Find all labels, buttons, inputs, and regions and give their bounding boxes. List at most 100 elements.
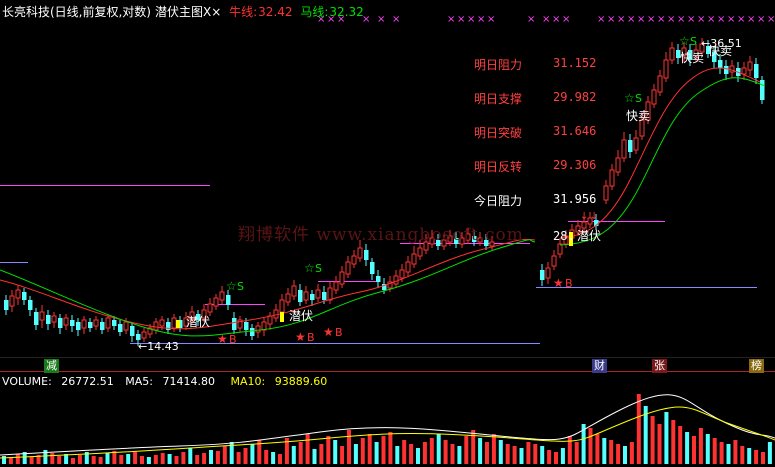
volume-bar xyxy=(526,442,531,464)
candle-body xyxy=(370,262,375,274)
top-signal-mark: × xyxy=(707,14,715,25)
volume-bar xyxy=(588,428,593,464)
volume-bar xyxy=(333,440,338,464)
top-signal-mark: × xyxy=(467,14,475,25)
chart-stage[interactable]: × × × × × × × × × × × × × × × × × × × × × × × × × × × × × × × × × 潜伏 潜伏 潜伏快… xyxy=(0,0,775,467)
candle-body xyxy=(298,290,303,302)
top-signal-mark: × xyxy=(697,14,705,25)
top-signal-mark: × xyxy=(627,14,635,25)
volume-bar xyxy=(540,446,545,464)
candle-body xyxy=(93,319,99,327)
info-value: 29.306 xyxy=(553,158,597,172)
sell-star-icon: ☆ xyxy=(226,279,237,293)
candle-body xyxy=(322,292,327,300)
candle-body xyxy=(405,261,411,273)
candle-body xyxy=(663,59,669,79)
volume-bar xyxy=(657,424,662,464)
signal-bar xyxy=(280,312,284,322)
partial-value: 28. xyxy=(553,229,575,243)
close-icon[interactable]: × xyxy=(211,5,221,19)
volume-bar xyxy=(623,446,627,464)
buy-star-icon: ★ xyxy=(323,325,334,339)
volume-bar xyxy=(692,436,696,464)
qianfu-label: 潜伏 xyxy=(289,309,313,323)
volume-bar xyxy=(50,453,55,464)
top-signal-mark: × xyxy=(757,14,765,25)
volume-bar xyxy=(298,442,303,464)
ma-label: 马线: xyxy=(300,5,329,19)
candle-body xyxy=(327,287,333,301)
candle-body xyxy=(540,270,545,280)
badge-zhang[interactable]: 张 xyxy=(652,359,667,373)
candle-body xyxy=(310,294,315,300)
badge-bang[interactable]: 榜 xyxy=(749,359,764,373)
volume-bar xyxy=(595,434,600,464)
volume-bar xyxy=(2,456,6,464)
volume-bar xyxy=(761,452,765,464)
candle-body xyxy=(339,271,345,285)
volume-bar xyxy=(629,442,634,464)
candle-body xyxy=(15,289,21,299)
sell-star-icon: ☆ xyxy=(624,91,635,105)
candle-body xyxy=(81,319,87,329)
top-signal-mark: × xyxy=(527,14,535,25)
volume-bar xyxy=(512,446,517,464)
sell-mark: S xyxy=(690,35,697,48)
candle-body xyxy=(581,221,587,229)
volume-bar xyxy=(457,446,462,464)
candle-body xyxy=(58,318,63,328)
candle-body xyxy=(255,325,261,333)
kuaimai-label: 快卖 xyxy=(680,51,704,65)
kuaimai-label: 快卖 xyxy=(626,109,650,123)
badge-jian[interactable]: 减 xyxy=(44,359,59,373)
candle-body xyxy=(669,47,675,61)
info-value: 31.956 xyxy=(553,192,597,206)
volume-bar xyxy=(478,438,483,464)
candle-body xyxy=(250,328,255,336)
volume-bar xyxy=(422,442,427,464)
high-price-label: ←36.51 xyxy=(701,37,742,50)
info-value: 29.982 xyxy=(553,90,597,104)
indicator-name[interactable]: 潜伏主图X xyxy=(155,5,211,19)
candle-body xyxy=(100,322,105,330)
top-signal-mark: × xyxy=(677,14,685,25)
volume-bar xyxy=(505,444,510,464)
info-label: 明日支撑 xyxy=(474,92,523,106)
volume-bar xyxy=(98,457,103,464)
buy-mark: B xyxy=(307,331,315,344)
volume-bar xyxy=(664,412,669,464)
volume-bar xyxy=(29,457,34,464)
candle-body xyxy=(279,299,285,313)
volume-bar xyxy=(533,444,538,464)
candle-body xyxy=(557,243,563,255)
volume-bar xyxy=(485,442,489,464)
buy-mark: B xyxy=(565,277,573,290)
volume-bar xyxy=(140,456,144,464)
sell-star-icon: ☆ xyxy=(304,261,315,275)
badge-cai[interactable]: 财 xyxy=(592,359,607,373)
buy-mark: B xyxy=(229,333,237,346)
candle-body xyxy=(628,140,633,152)
volume-bar xyxy=(616,444,621,464)
candle-body xyxy=(351,255,357,265)
stock-title: 长亮科技(日线,前复权,对数) xyxy=(2,5,151,19)
top-signal-mark: × xyxy=(657,14,665,25)
candle-body xyxy=(232,318,237,330)
candle-body xyxy=(261,321,267,331)
volume-bar xyxy=(402,440,407,464)
volume-bar xyxy=(312,449,317,464)
candle-body xyxy=(76,322,81,330)
top-signal-mark: × xyxy=(392,14,400,25)
candle-body xyxy=(621,139,627,159)
top-signal-mark: × xyxy=(447,14,455,25)
qianfu-label: 潜伏 xyxy=(577,229,601,243)
volume-bar xyxy=(174,456,179,464)
top-signal-mark: × xyxy=(767,14,775,25)
volume-bar xyxy=(712,438,717,464)
candle-body xyxy=(609,169,615,187)
signal-bar xyxy=(176,320,180,328)
candle-body xyxy=(633,137,639,151)
top-signal-mark: × xyxy=(562,14,570,25)
candle-body xyxy=(364,250,369,260)
candle-body xyxy=(39,311,45,321)
